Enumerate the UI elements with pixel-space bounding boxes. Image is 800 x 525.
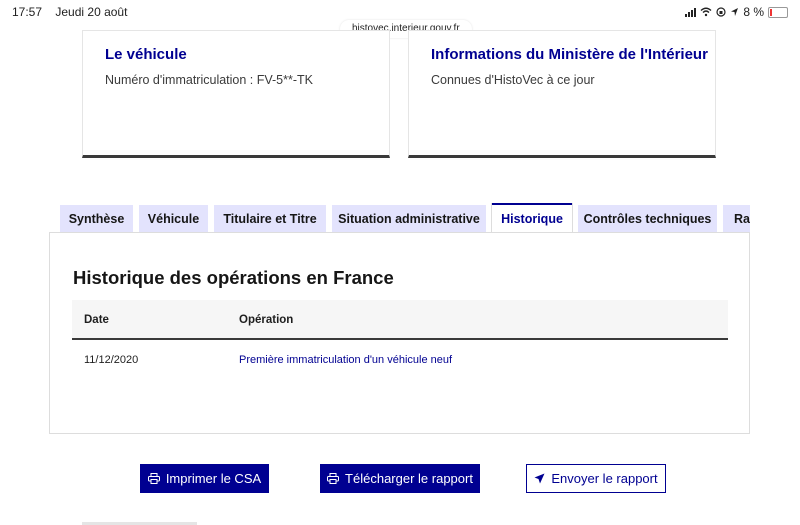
tab-titulaire[interactable]: Titulaire et Titre bbox=[214, 205, 326, 233]
wifi-icon bbox=[700, 7, 712, 17]
status-bar: 17:57 Jeudi 20 août 8 % bbox=[0, 0, 800, 22]
status-left: 17:57 Jeudi 20 août bbox=[12, 5, 137, 19]
tab-controles-techniques[interactable]: Contrôles techniques bbox=[578, 205, 717, 233]
signal-icon bbox=[685, 7, 697, 17]
ministry-card-title: Informations du Ministère de l'Intérieur bbox=[431, 46, 708, 63]
download-report-label: Télécharger le rapport bbox=[345, 471, 473, 486]
row-date: 11/12/2020 bbox=[84, 354, 139, 366]
status-right: 8 % bbox=[685, 5, 788, 19]
table-header: Date Opération bbox=[72, 300, 728, 340]
row-operation[interactable]: Première immatriculation d'un véhicule n… bbox=[239, 354, 452, 366]
download-report-button[interactable]: Télécharger le rapport bbox=[320, 464, 480, 493]
printer-icon bbox=[327, 473, 340, 484]
vehicle-card: Le véhicule Numéro d'immatriculation : F… bbox=[82, 30, 390, 158]
history-title: Historique des opérations en France bbox=[73, 267, 394, 288]
send-report-label: Envoyer le rapport bbox=[551, 471, 658, 486]
tab-rapport-partial[interactable]: Rap bbox=[723, 205, 750, 233]
printer-icon bbox=[147, 473, 160, 484]
column-date: Date bbox=[84, 314, 109, 326]
ministry-card-description: Connues d'HistoVec à ce jour bbox=[431, 73, 595, 87]
battery-icon bbox=[768, 6, 788, 18]
history-panel: Historique des opérations en France Date… bbox=[49, 232, 750, 434]
vehicle-card-description: Numéro d'immatriculation : FV-5**-TK bbox=[105, 73, 314, 87]
ministry-card: Informations du Ministère de l'Intérieur… bbox=[408, 30, 716, 158]
send-icon bbox=[534, 473, 545, 484]
tab-vehicule[interactable]: Véhicule bbox=[139, 205, 208, 233]
column-operation: Opération bbox=[239, 314, 294, 326]
tab-bar: Synthèse Véhicule Titulaire et Titre Sit… bbox=[60, 203, 750, 233]
print-button-label: Imprimer le CSA bbox=[165, 471, 262, 486]
battery-percent: 8 % bbox=[743, 5, 764, 19]
location-icon bbox=[731, 8, 739, 16]
status-time: 17:57 bbox=[12, 5, 43, 19]
status-date: Jeudi 20 août bbox=[55, 5, 128, 19]
tab-situation-administrative[interactable]: Situation administrative bbox=[332, 205, 486, 233]
tab-historique[interactable]: Historique bbox=[492, 203, 572, 233]
send-report-button[interactable]: Envoyer le rapport bbox=[526, 464, 666, 493]
tab-synthese[interactable]: Synthèse bbox=[60, 205, 133, 233]
vehicle-card-title: Le véhicule bbox=[105, 46, 187, 63]
orientation-lock-icon bbox=[716, 7, 726, 17]
print-button[interactable]: Imprimer le CSA bbox=[140, 464, 269, 493]
